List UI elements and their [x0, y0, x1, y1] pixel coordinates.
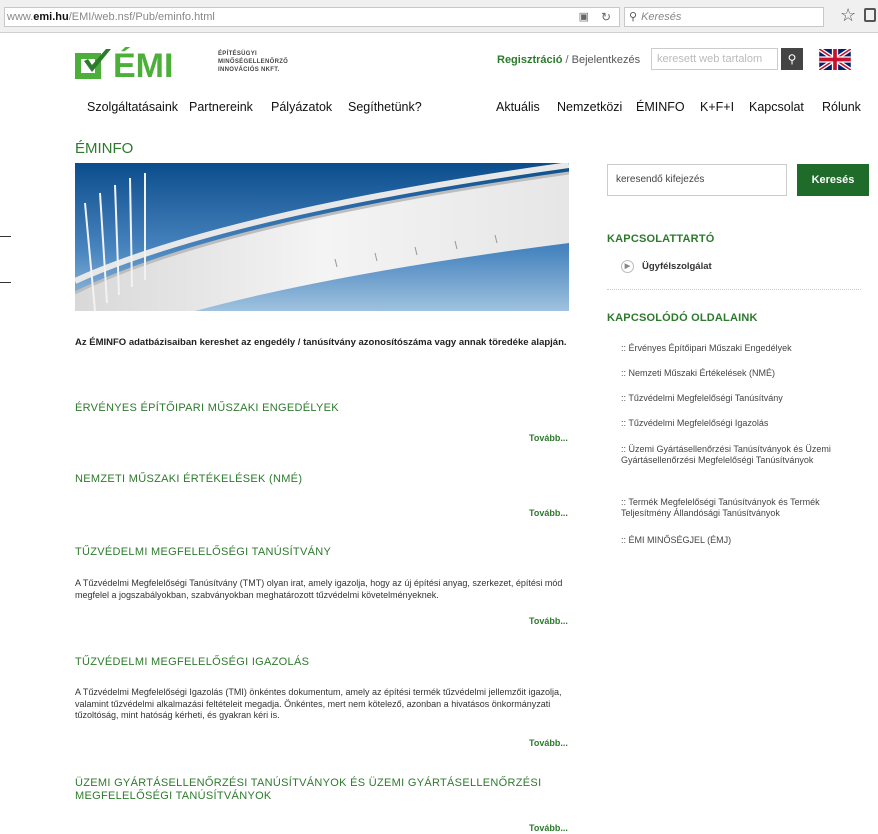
sidebar-search-input[interactable]: keresendő kifejezés	[607, 164, 787, 196]
browser-search-placeholder: Keresés	[641, 11, 682, 23]
edge-line	[0, 236, 11, 237]
more-link[interactable]: Tovább...	[529, 823, 568, 833]
nav-item-segithetunk[interactable]: Segíthetünk?	[348, 100, 422, 114]
sidebar-search-button[interactable]: Keresés	[797, 164, 869, 196]
nav-item-partnereink[interactable]: Partnereink	[189, 100, 253, 114]
url-domain: emi.hu	[33, 11, 69, 23]
section-text-tmi: A Tűzvédelmi Megfelelőségi Igazolás (TMI…	[75, 687, 562, 720]
related-link[interactable]: :: Üzemi Gyártásellenőrzési Tanúsítványo…	[621, 444, 861, 466]
customer-service-label: Ügyfélszolgálat	[642, 261, 712, 273]
section-title-tmt[interactable]: TŰZVÉDELMI MEGFELELŐSÉGI TANÚSÍTVÁNY	[75, 546, 575, 559]
more-link[interactable]: Tovább...	[529, 738, 568, 748]
related-pages-heading: KAPCSOLÓDÓ OLDALAINK	[607, 312, 758, 324]
reader-view-icon[interactable]: ▣	[579, 8, 589, 26]
section-text-tmt: A Tűzvédelmi Megfelelőségi Tanúsítvány (…	[75, 578, 563, 600]
url-prefix: www.	[7, 11, 34, 23]
more-link[interactable]: Tovább...	[529, 508, 568, 518]
site-search-input[interactable]: keresett web tartalom	[651, 48, 778, 70]
logo-line-3: INNOVÁCIÓS NKFT.	[218, 67, 280, 73]
contact-heading: KAPCSOLATTARTÓ	[607, 233, 715, 245]
nav-item-szolgaltatasaink[interactable]: Szolgáltatásaink	[87, 100, 178, 114]
nav-item-kapcsolat[interactable]: Kapcsolat	[749, 100, 804, 114]
nav-item-eminfo[interactable]: ÉMINFO	[636, 100, 685, 114]
bookmarks-icon[interactable]	[864, 8, 876, 22]
login-link[interactable]: Bejelentkezés	[572, 54, 641, 66]
nav-item-rolunk[interactable]: Rólunk	[822, 100, 861, 114]
search-icon: ⚲	[629, 11, 638, 23]
more-link[interactable]: Tovább...	[529, 433, 568, 443]
section-title-engedelyek[interactable]: ÉRVÉNYES ÉPÍTŐIPARI MŰSZAKI ENGEDÉLYEK	[75, 402, 575, 415]
bookmark-star-icon[interactable]: ☆	[840, 5, 856, 26]
logo-line-1: ÉPÍTÉSÜGYI	[218, 51, 258, 57]
logo-line-2: MINŐSÉGELLENŐRZŐ	[218, 59, 289, 65]
related-link[interactable]: :: Érvényes Építőipari Műszaki Engedélye…	[621, 343, 861, 354]
customer-service-link[interactable]: ▶ Ügyfélszolgálat	[621, 260, 712, 273]
nav-item-aktualis[interactable]: Aktuális	[496, 100, 540, 114]
edge-line	[0, 282, 11, 283]
related-link[interactable]: :: Tűzvédelmi Megfelelőségi Tanúsítvány	[621, 393, 861, 404]
related-link[interactable]: :: Tűzvédelmi Megfelelőségi Igazolás	[621, 418, 861, 429]
auth-links: Regisztráció / Bejelentkezés	[497, 54, 640, 66]
nav-item-nemzetkozi[interactable]: Nemzetközi	[557, 100, 622, 114]
chevron-right-icon: ▶	[621, 260, 634, 273]
reload-icon[interactable]: ↻	[601, 8, 611, 26]
browser-search-field[interactable]: ⚲ Keresés	[624, 7, 824, 27]
logo-wordmark: ÉMI	[113, 47, 173, 79]
hero-bridge-image	[75, 163, 569, 311]
register-link[interactable]: Regisztráció	[497, 54, 562, 66]
nav-item-palyazatok[interactable]: Pályázatok	[271, 100, 332, 114]
url-path: /EMI/web.nsf/Pub/eminfo.html	[68, 11, 215, 23]
site-search-button[interactable]: ⚲	[781, 48, 803, 70]
auth-separator: /	[565, 54, 569, 66]
page-title: ÉMINFO	[75, 140, 134, 157]
intro-text: Az ÉMINFO adatbázisaiban kereshet az eng…	[75, 337, 567, 348]
more-link[interactable]: Tovább...	[529, 616, 568, 626]
uk-flag-icon[interactable]	[818, 47, 852, 72]
search-icon: ⚲	[787, 52, 797, 66]
section-title-uzemi[interactable]: ÜZEMI GYÁRTÁSELLENŐRZÉSI TANÚSÍTVÁNYOK É…	[75, 777, 575, 803]
section-title-nme[interactable]: NEMZETI MŰSZAKI ÉRTÉKELÉSEK (NMÉ)	[75, 473, 575, 486]
logo-subtitle: ÉPÍTÉSÜGYI MINŐSÉGELLENŐRZŐ INNOVÁCIÓS N…	[218, 50, 288, 74]
related-link[interactable]: :: Termék Megfelelőségi Tanúsítványok és…	[621, 497, 861, 519]
sidebar-divider	[607, 289, 861, 290]
related-link[interactable]: :: Nemzeti Műszaki Értékelések (NMÉ)	[621, 368, 861, 379]
nav-item-kfi[interactable]: K+F+I	[700, 100, 734, 114]
address-bar[interactable]: www.emi.hu/EMI/web.nsf/Pub/eminfo.html ▣…	[4, 7, 620, 27]
related-link[interactable]: :: ÉMI MINŐSÉGJEL (ÉMJ)	[621, 535, 861, 546]
section-title-tmi[interactable]: TŰZVÉDELMI MEGFELELŐSÉGI IGAZOLÁS	[75, 656, 575, 669]
browser-toolbar: www.emi.hu/EMI/web.nsf/Pub/eminfo.html ▣…	[0, 0, 878, 33]
